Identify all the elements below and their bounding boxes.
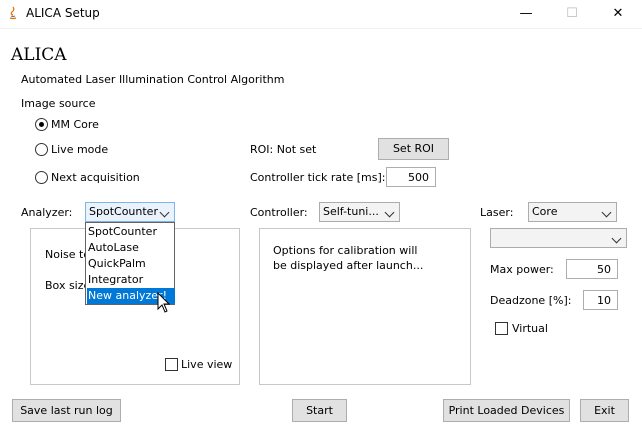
dropdown-item-quickpalm[interactable]: QuickPalm <box>87 256 175 272</box>
app-subtitle: Automated Laser Illumination Control Alg… <box>21 73 285 86</box>
controller-label: Controller: <box>250 206 308 219</box>
chevron-down-icon <box>384 207 395 218</box>
app-heading: ALICA <box>11 45 67 65</box>
dropdown-item-autolase[interactable]: AutoLase <box>87 240 175 256</box>
java-icon <box>9 6 17 20</box>
print-loaded-devices-button[interactable]: Print Loaded Devices <box>443 399 570 422</box>
image-source-label: Image source <box>21 97 96 110</box>
radio-live-mode-label[interactable]: Live mode <box>51 143 108 156</box>
dropdown-item-integrator[interactable]: Integrator <box>87 272 175 288</box>
window-title: ALICA Setup <box>26 6 100 20</box>
maximize-button: ☐ <box>566 6 578 21</box>
close-button[interactable]: ✕ <box>595 0 641 28</box>
start-button[interactable]: Start <box>292 399 347 422</box>
live-view-checkbox[interactable] <box>165 358 178 371</box>
radio-live-mode[interactable] <box>35 143 48 156</box>
max-power-input[interactable]: 50 <box>566 259 618 279</box>
tick-rate-input[interactable]: 500 <box>386 167 436 187</box>
chevron-down-icon <box>601 207 612 218</box>
dropdown-item-spotcounter[interactable]: SpotCounter <box>87 224 175 240</box>
live-view-label[interactable]: Live view <box>181 358 232 371</box>
box-size-label: Box size <box>45 279 91 292</box>
analyzer-label: Analyzer: <box>21 206 73 219</box>
noise-tolerance-label: Noise to <box>45 248 91 261</box>
laser-label: Laser: <box>480 206 514 219</box>
exit-button[interactable]: Exit <box>580 399 629 422</box>
tick-rate-label: Controller tick rate [ms]: <box>250 171 386 184</box>
mouse-pointer-icon <box>157 292 171 313</box>
roi-status: ROI: Not set <box>250 143 317 156</box>
analyzer-select[interactable]: SpotCounter <box>85 202 175 222</box>
controller-info-line-1: Options for calibration will <box>273 244 418 257</box>
radio-next-acquisition[interactable] <box>35 171 48 184</box>
deadzone-input[interactable]: 10 <box>583 290 618 310</box>
laser-select[interactable]: Core <box>528 202 617 222</box>
minimize-button[interactable]: — <box>503 0 549 28</box>
controller-select[interactable]: Self-tuni... <box>319 202 400 222</box>
max-power-label: Max power: <box>490 263 554 276</box>
chevron-down-icon <box>611 233 622 244</box>
title-bar[interactable]: ALICA Setup — ☐ ✕ <box>0 0 642 29</box>
analyzer-selected-value: SpotCounter <box>89 205 158 218</box>
controller-selected-value: Self-tuni... <box>323 205 379 218</box>
radio-mm-core-label[interactable]: MM Core <box>51 118 99 131</box>
laser-property-select[interactable] <box>490 228 627 248</box>
radio-mm-core[interactable] <box>35 118 48 131</box>
radio-selected-dot <box>39 122 44 127</box>
virtual-label[interactable]: Virtual <box>512 322 548 335</box>
save-last-run-log-button[interactable]: Save last run log <box>12 399 121 422</box>
chevron-down-icon <box>159 207 170 218</box>
virtual-checkbox[interactable] <box>495 322 508 335</box>
controller-info-line-2: be displayed after launch... <box>273 259 424 272</box>
radio-next-acquisition-label[interactable]: Next acquisition <box>51 171 140 184</box>
set-roi-button[interactable]: Set ROI <box>378 138 449 160</box>
laser-selected-value: Core <box>532 205 558 218</box>
deadzone-label: Deadzone [%]: <box>490 294 572 307</box>
